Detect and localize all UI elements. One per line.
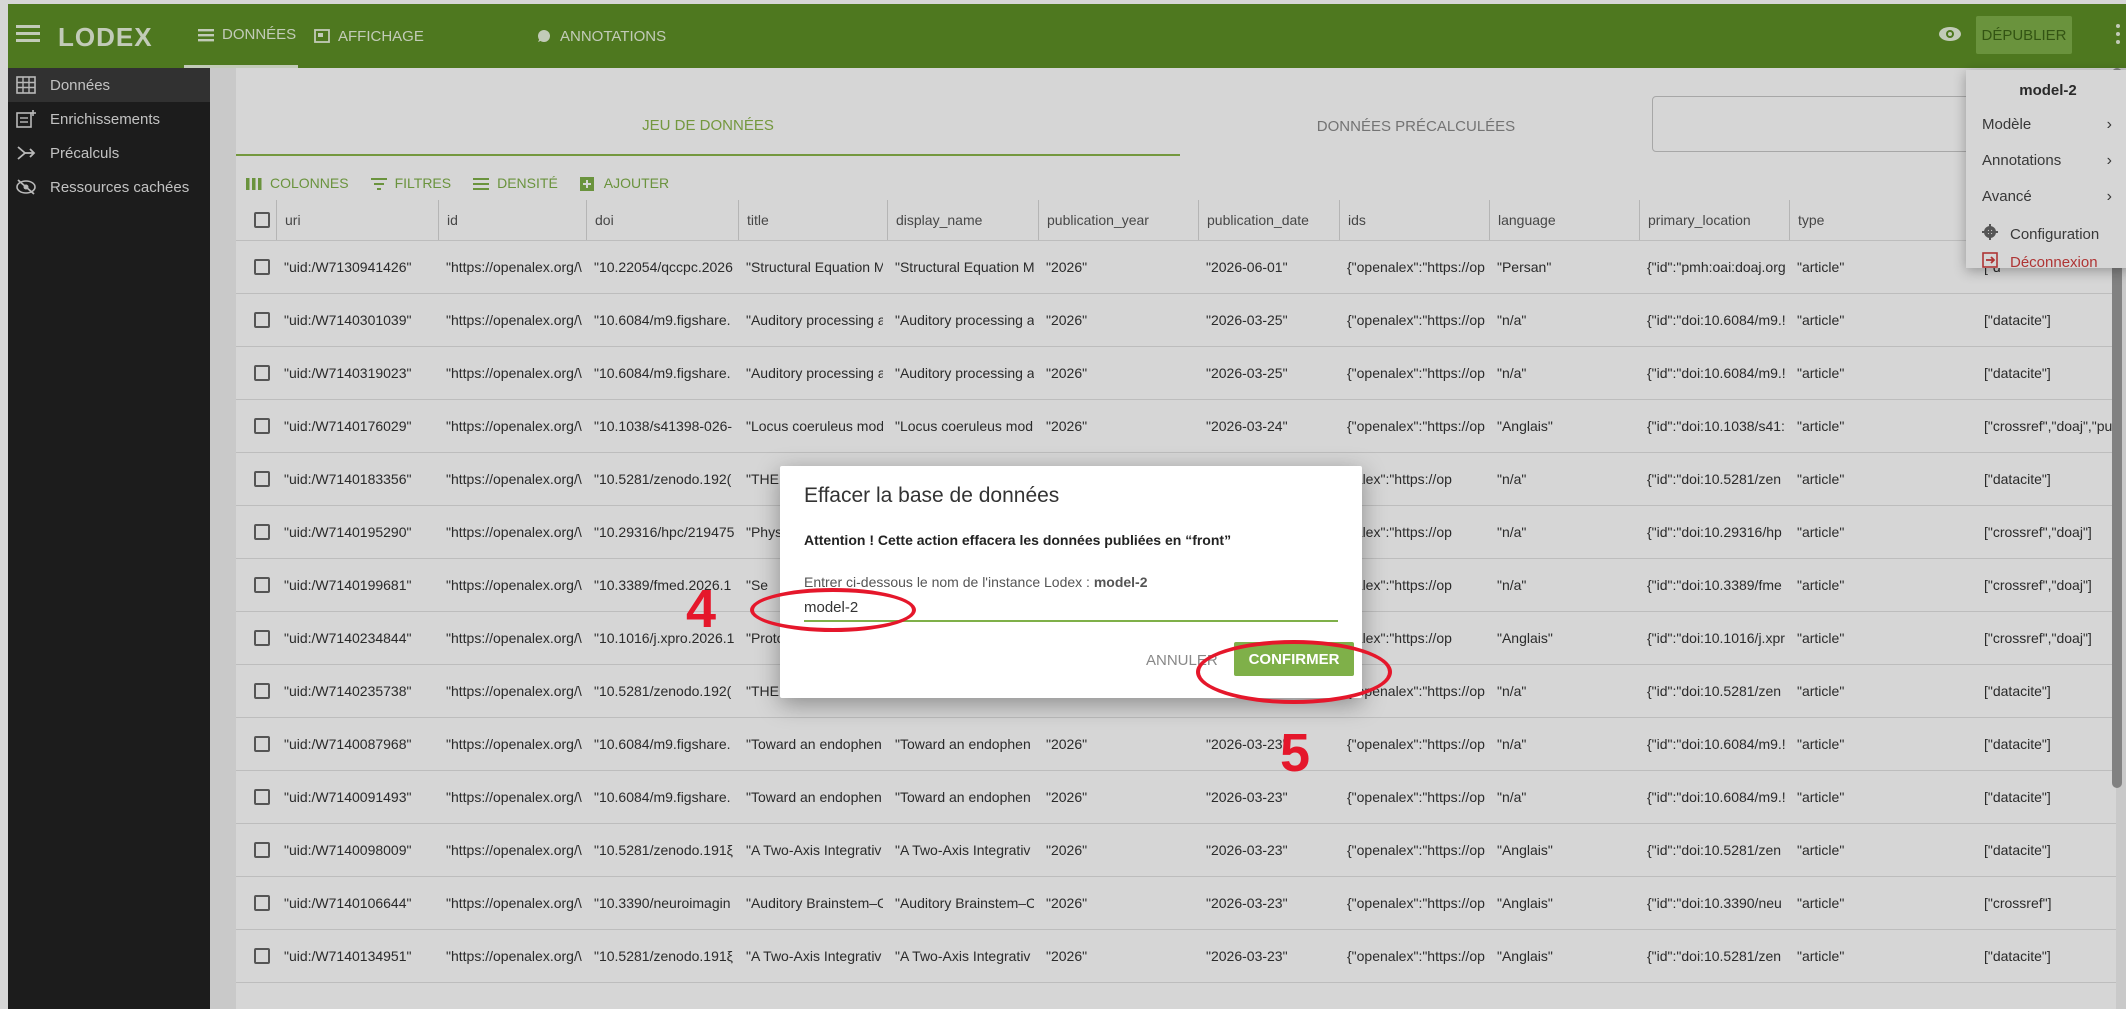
annotation-oval-input [750, 588, 916, 632]
annotation-step-5: 5 [1280, 723, 1311, 783]
annotation-step-4: 4 [686, 579, 717, 639]
instance-name: model-2 [1093, 574, 1148, 590]
dialog-title: Effacer la base de données [804, 484, 1060, 507]
annotation-oval-confirm [1196, 640, 1392, 704]
dialog-warning: Attention ! Cette action effacera les do… [804, 532, 1232, 548]
dialog-prompt: Entrer ci-dessous le nom de l'instance L… [804, 574, 1148, 590]
